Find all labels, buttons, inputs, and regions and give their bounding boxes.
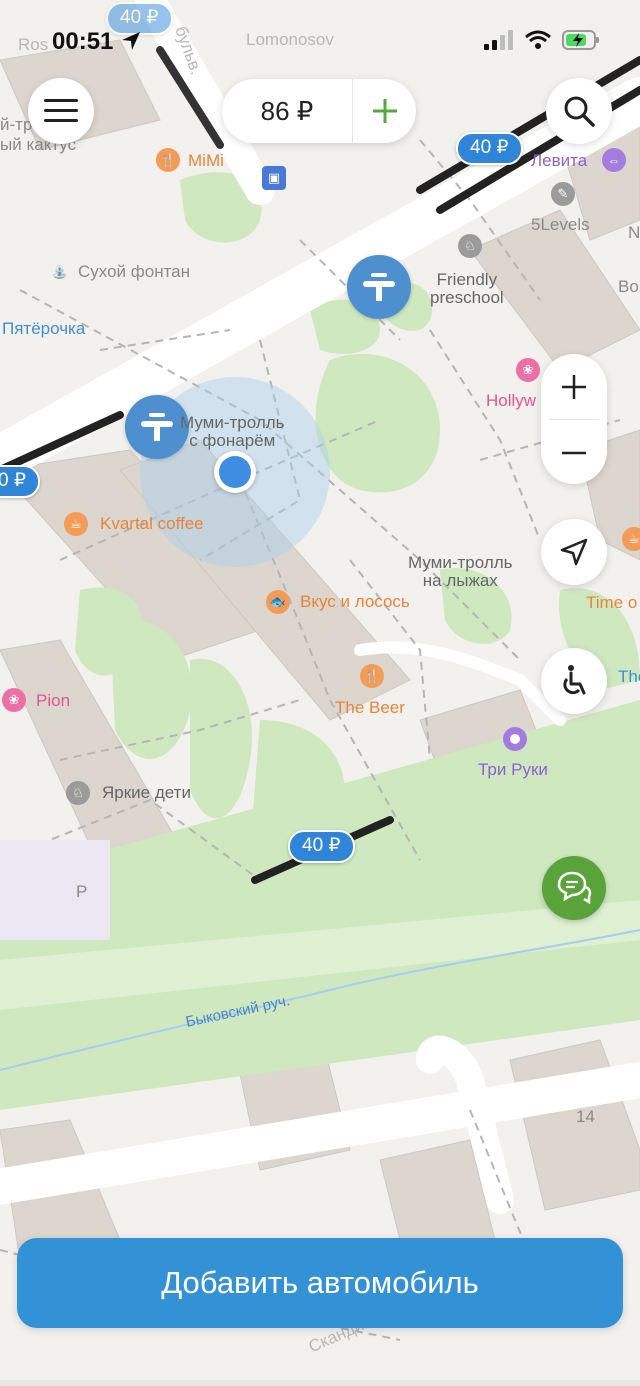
- poi-label: The Beer: [335, 698, 405, 717]
- map-label: Ros: [18, 35, 49, 54]
- poi-label: 5Levels: [531, 215, 590, 234]
- kindergarten-icon[interactable]: ♘: [66, 781, 90, 805]
- home-indicator: [0, 1380, 640, 1386]
- add-balance-button[interactable]: [353, 98, 416, 124]
- school-icon[interactable]: ✎: [551, 182, 575, 206]
- parking-label: P: [76, 882, 88, 901]
- map-label: N: [628, 223, 640, 242]
- restaurant-icon[interactable]: 🍴: [156, 148, 180, 172]
- poi-label: Pion: [36, 691, 71, 710]
- plus-icon: [372, 99, 397, 123]
- poi-label: Пятёрочка: [2, 319, 86, 338]
- parking-zone-marker[interactable]: [347, 255, 411, 319]
- add-car-button[interactable]: Добавить автомобиль: [17, 1238, 623, 1328]
- cafe-icon[interactable]: ☕: [622, 527, 640, 551]
- poi-label: Hollyw: [486, 391, 537, 410]
- accessible-parking-button[interactable]: [541, 648, 607, 714]
- hamburger-icon: [44, 99, 78, 122]
- beauty-salon-icon[interactable]: ❀: [516, 358, 540, 382]
- poi-label: Вкус и лосось: [300, 592, 410, 611]
- map-label: The: [618, 667, 640, 686]
- poi-label: Три Руки: [478, 760, 548, 779]
- poi-label: MiMi: [188, 151, 224, 170]
- zoom-out-button[interactable]: [541, 420, 607, 485]
- balance-widget[interactable]: 86 ₽: [222, 79, 416, 143]
- bar-icon[interactable]: 🍴: [360, 664, 384, 688]
- house-number: 14: [576, 1107, 595, 1126]
- parking-price-pin[interactable]: 40 ₽: [456, 132, 523, 165]
- poi-label: Kvartal coffee: [100, 514, 204, 533]
- zoom-out-icon: [562, 451, 586, 454]
- signal-icon: [484, 30, 513, 50]
- zoom-in-button[interactable]: [541, 354, 607, 419]
- search-icon: [564, 96, 595, 127]
- chat-icon: [557, 871, 592, 905]
- cafe-icon[interactable]: ☕: [64, 512, 88, 536]
- fountain-icon: ⛲: [51, 264, 69, 279]
- zoom-in-icon: [562, 374, 586, 399]
- fitness-icon[interactable]: ⇔: [602, 148, 626, 172]
- status-icons: [484, 30, 600, 50]
- menu-button[interactable]: [28, 78, 94, 144]
- restaurant-icon[interactable]: 🐟: [266, 590, 290, 614]
- wifi-icon: [525, 30, 551, 49]
- search-button[interactable]: [546, 78, 612, 144]
- battery-charging-icon: [562, 30, 599, 50]
- balance-amount[interactable]: 86 ₽: [222, 96, 352, 127]
- purple-place-icon[interactable]: [503, 727, 527, 751]
- parking-price-pin[interactable]: 0 ₽: [0, 465, 40, 498]
- zoom-control: [541, 354, 607, 484]
- navigation-arrow-icon: [560, 538, 588, 566]
- map-label: Bo: [618, 277, 639, 296]
- wheelchair-icon: [563, 665, 586, 695]
- poi-label: Муми-тролль с фонарём: [180, 413, 285, 450]
- poi-label: Левита: [531, 151, 588, 170]
- poi-label: Time o: [586, 593, 638, 612]
- location-arrow-icon: [122, 32, 141, 50]
- poi-label: Friendly preschool: [430, 270, 504, 307]
- kindergarten-icon[interactable]: ♘: [458, 234, 482, 258]
- map-label: Lomonosov: [246, 30, 334, 49]
- poi-label: Сухой фонтан: [78, 262, 191, 281]
- status-time: 00:51: [52, 28, 142, 56]
- parking-meter-icon: [363, 273, 395, 301]
- support-chat-button[interactable]: [542, 856, 606, 920]
- my-location-button[interactable]: [541, 519, 607, 585]
- parking-price-pin[interactable]: 40 ₽: [288, 830, 355, 863]
- poi-label: Муми-тролль на лыжах: [408, 553, 513, 590]
- user-location-dot: [214, 451, 256, 493]
- poi-label: Яркие дети: [102, 783, 191, 802]
- beauty-salon-icon[interactable]: ❀: [2, 688, 26, 712]
- bus-stop-icon[interactable]: ▣: [262, 166, 286, 190]
